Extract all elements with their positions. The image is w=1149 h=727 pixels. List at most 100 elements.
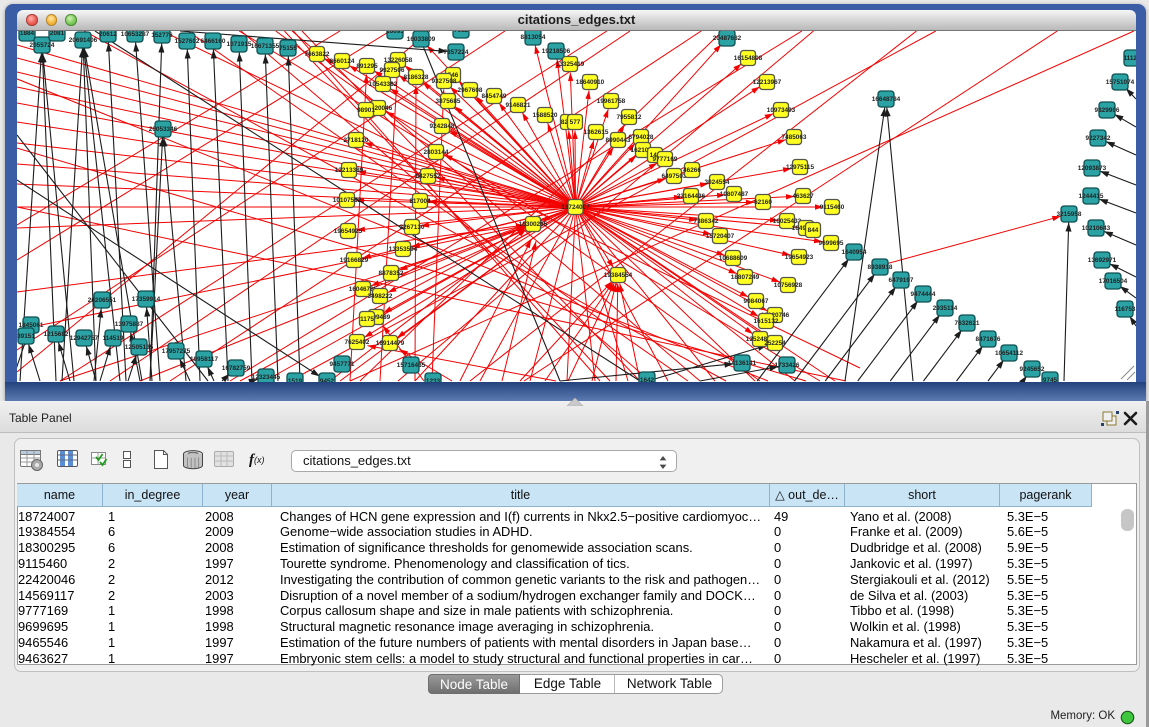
svg-text:19166829: 19166829 [340, 257, 369, 264]
svg-text:9457771: 9457771 [330, 361, 355, 368]
svg-text:10756928: 10756928 [774, 282, 803, 289]
svg-text:1215682: 1215682 [44, 331, 69, 338]
svg-text:15751074: 15751074 [1106, 79, 1135, 86]
svg-text:10025433: 10025433 [773, 218, 802, 225]
svg-text:817004: 817004 [409, 198, 431, 205]
svg-text:1642: 1642 [640, 377, 655, 382]
svg-text:463627: 463627 [792, 193, 814, 200]
svg-text:9146821: 9146821 [506, 102, 531, 109]
svg-text:8878352: 8878352 [379, 270, 404, 277]
svg-text:10688609: 10688609 [719, 255, 748, 262]
svg-text:1519: 1519 [288, 378, 303, 382]
svg-text:16154808: 16154808 [734, 55, 763, 62]
svg-text:1175: 1175 [360, 316, 374, 323]
svg-text:6794028: 6794028 [629, 134, 654, 141]
svg-text:2935114: 2935114 [933, 305, 958, 312]
svg-text:16671355: 16671355 [251, 43, 280, 50]
svg-text:9245652: 9245652 [1020, 366, 1045, 373]
svg-text:1884: 1884 [20, 31, 35, 37]
svg-text:12505135: 12505135 [125, 344, 154, 351]
svg-text:8454749: 8454749 [482, 93, 507, 100]
svg-text:9327508: 9327508 [432, 78, 457, 85]
svg-text:6497503: 6497503 [662, 173, 687, 180]
svg-text:9115460: 9115460 [820, 204, 845, 211]
svg-text:8471676: 8471676 [976, 336, 1001, 343]
svg-text:7357224: 7357224 [444, 49, 469, 56]
svg-text:15720407: 15720407 [706, 233, 735, 240]
svg-text:1527602: 1527602 [175, 38, 200, 45]
svg-text:10958117: 10958117 [190, 356, 219, 363]
svg-text:23164436: 23164436 [677, 193, 706, 200]
svg-text:19961758: 19961758 [597, 98, 626, 105]
svg-text:20691406: 20691406 [69, 37, 98, 44]
svg-text:46266: 46266 [683, 167, 701, 174]
svg-text:16914479: 16914479 [376, 340, 405, 347]
svg-text:10653287: 10653287 [121, 31, 150, 38]
svg-text:7612: 7612 [454, 31, 469, 34]
svg-text:12213967: 12213967 [753, 79, 782, 86]
svg-text:20487682: 20487682 [713, 35, 742, 42]
svg-text:3498222: 3498222 [368, 293, 393, 300]
svg-text:18640910: 18640910 [576, 79, 605, 86]
svg-text:10210643: 10210643 [1082, 225, 1111, 232]
svg-text:8660124: 8660124 [330, 58, 355, 65]
svg-text:7625402: 7625402 [345, 339, 370, 346]
svg-text:116753: 116753 [1115, 306, 1136, 313]
svg-text:16782759: 16782759 [222, 365, 251, 372]
svg-text:9329906: 9329906 [1095, 107, 1120, 114]
svg-text:9699695: 9699695 [819, 240, 844, 247]
svg-text:8813054: 8813054 [521, 34, 546, 41]
svg-text:3875685: 3875685 [436, 98, 461, 105]
svg-text:19384554: 19384554 [604, 272, 633, 279]
svg-text:19218506: 19218506 [542, 48, 571, 55]
svg-text:16033809: 16033809 [407, 36, 436, 43]
svg-text:13975887: 13975887 [115, 321, 144, 328]
svg-text:20206551: 20206551 [88, 297, 117, 304]
svg-text:10807487: 10807487 [720, 191, 749, 198]
svg-text:9084067: 9084067 [744, 298, 769, 305]
svg-text:1733426: 1733426 [775, 362, 800, 369]
svg-text:10654112: 10654112 [995, 350, 1024, 357]
svg-text:75155: 75155 [279, 45, 297, 52]
svg-text:2803144: 2803144 [424, 149, 449, 156]
svg-text:844: 844 [808, 227, 819, 234]
svg-text:14136141: 14136141 [728, 360, 757, 367]
svg-text:13325419: 13325419 [556, 61, 585, 68]
svg-text:1588520: 1588520 [533, 112, 558, 119]
svg-text:2967608: 2967608 [458, 87, 483, 94]
svg-text:39151: 39151 [17, 333, 35, 340]
svg-text:9452: 9452 [320, 378, 335, 382]
svg-text:15716485: 15716485 [397, 362, 426, 369]
svg-text:7485063: 7485063 [782, 134, 807, 141]
svg-text:11123: 11123 [1123, 55, 1136, 62]
svg-text:12975115: 12975115 [786, 164, 815, 171]
svg-text:18300295: 18300295 [519, 221, 548, 228]
svg-text:2081: 2081 [50, 31, 65, 37]
svg-text:3024554: 3024554 [705, 179, 730, 186]
svg-text:19654925: 19654925 [334, 228, 363, 235]
svg-text:17016504: 17016504 [1099, 278, 1128, 285]
svg-text:577: 577 [570, 119, 581, 126]
svg-text:8186328: 8186328 [404, 74, 429, 81]
svg-text:12213389: 12213389 [335, 167, 364, 174]
svg-text:8990443: 8990443 [606, 137, 631, 144]
svg-text:1640954: 1640954 [842, 249, 867, 256]
svg-text:9474444: 9474444 [911, 291, 936, 298]
svg-text:(x): (x) [254, 455, 265, 465]
svg-text:9242848: 9242848 [430, 123, 455, 130]
svg-text:13353594: 13353594 [389, 246, 418, 253]
svg-text:8938918: 8938918 [868, 264, 893, 271]
svg-text:2055724: 2055724 [30, 42, 55, 49]
svg-text:12093873: 12093873 [1078, 165, 1107, 172]
svg-text:18724007: 18724007 [561, 204, 590, 211]
svg-text:1233: 1233 [426, 378, 441, 382]
svg-text:6466160: 6466160 [201, 38, 226, 45]
svg-text:13692971: 13692971 [1088, 257, 1117, 264]
svg-text:12942757: 12942757 [70, 335, 99, 342]
svg-text:17957275: 17957275 [162, 348, 191, 355]
svg-text:98901: 98901 [357, 107, 375, 114]
svg-text:17359914: 17359914 [132, 296, 161, 303]
svg-text:1071915: 1071915 [227, 41, 252, 48]
svg-text:10973493: 10973493 [767, 107, 796, 114]
svg-text:891295: 891295 [356, 63, 378, 70]
